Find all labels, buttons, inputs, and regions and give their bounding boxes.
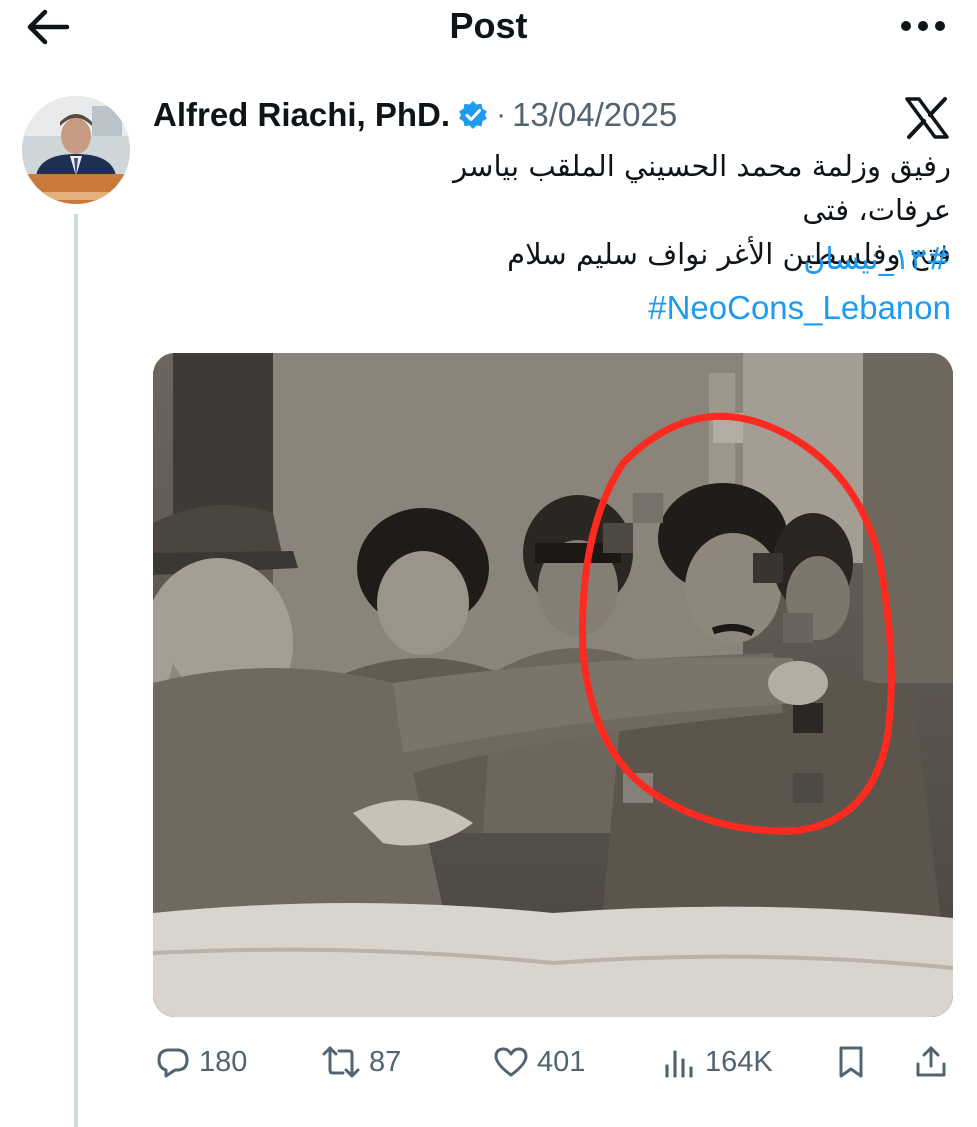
- top-bar: Post: [0, 0, 977, 60]
- heart-icon: [493, 1044, 529, 1080]
- share-button[interactable]: [913, 1036, 957, 1088]
- bookmark-button[interactable]: [833, 1036, 877, 1088]
- post-date[interactable]: 13/04/2025: [512, 96, 677, 134]
- hashtag-link[interactable]: #NeoCons_Lebanon: [648, 286, 951, 330]
- more-horizontal-icon: [901, 21, 945, 31]
- reply-count: 180: [199, 1045, 248, 1078]
- retweet-count: 87: [369, 1045, 402, 1078]
- reply-icon: [155, 1044, 191, 1080]
- photo-image: [153, 353, 953, 1017]
- more-button[interactable]: [893, 6, 953, 46]
- avatar-photo: [22, 96, 130, 204]
- post-text-line: رفيق وزلمة محمد الحسيني الملقب بياسر عرف…: [453, 149, 951, 227]
- like-count: 401: [537, 1045, 586, 1078]
- thread-line: [74, 214, 78, 1127]
- retweet-button[interactable]: 87: [321, 1036, 401, 1088]
- views-count: 164K: [705, 1045, 773, 1078]
- bookmark-icon: [833, 1044, 869, 1080]
- views-button[interactable]: 164K: [661, 1036, 773, 1088]
- author-row: Alfred Riachi, PhD. · 13/04/2025: [153, 92, 677, 138]
- views-chart-icon: [661, 1044, 697, 1080]
- x-logo-icon: [904, 96, 950, 140]
- separator-dot: ·: [496, 98, 507, 131]
- action-bar: 180 87 401 164K: [153, 1036, 953, 1088]
- share-icon: [913, 1044, 949, 1080]
- author-name[interactable]: Alfred Riachi, PhD.: [153, 96, 450, 134]
- page-title: Post: [449, 5, 528, 46]
- hashtag-link[interactable]: #١٣_نيسان: [803, 238, 951, 282]
- verified-badge-icon: [458, 100, 488, 130]
- reply-button[interactable]: 180: [155, 1036, 247, 1088]
- avatar[interactable]: [22, 96, 130, 204]
- like-button[interactable]: 401: [493, 1036, 585, 1088]
- post-photo[interactable]: [153, 353, 953, 1017]
- retweet-icon: [321, 1044, 361, 1080]
